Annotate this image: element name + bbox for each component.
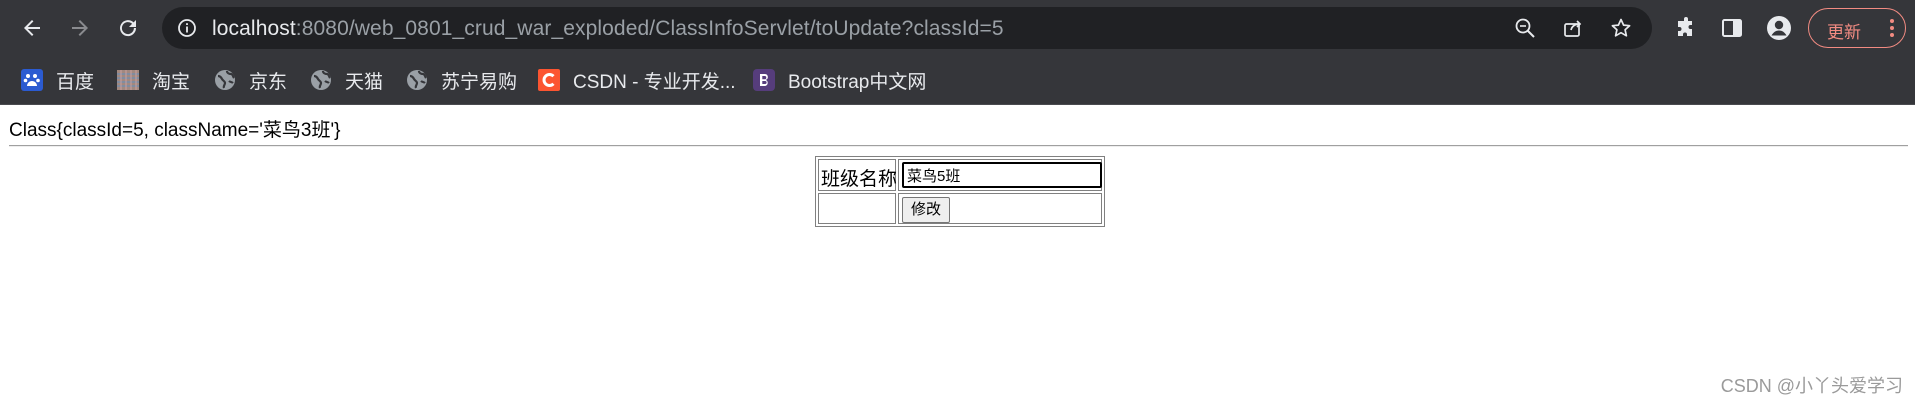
update-form-table: 班级名称 修改: [815, 156, 1105, 227]
bookmark-jingdong[interactable]: 京东: [213, 66, 287, 94]
address-bar[interactable]: localhost:8080/web_0801_crud_war_explode…: [162, 7, 1652, 49]
page-content: Class{classId=5, className='菜鸟3班'} 班级名称 …: [0, 105, 1915, 406]
bookmark-star-icon[interactable]: [1609, 16, 1633, 40]
class-name-label: 班级名称: [821, 169, 898, 190]
url-path: :8080/web_0801_crud_war_exploded/ClassIn…: [295, 17, 1004, 40]
globe-icon: [405, 68, 429, 92]
bookmark-label: Bootstrap中文网: [788, 71, 927, 93]
forward-button[interactable]: [62, 10, 98, 46]
name-input-cell: [898, 159, 1102, 191]
side-panel-icon[interactable]: [1718, 14, 1746, 42]
bookmark-label: 百度: [56, 71, 95, 93]
bookmark-label: 淘宝: [152, 71, 191, 93]
class-name-input[interactable]: [902, 162, 1102, 188]
share-icon[interactable]: [1561, 16, 1585, 40]
submit-cell: 修改: [898, 193, 1102, 224]
reload-button[interactable]: [110, 10, 146, 46]
site-info-icon[interactable]: [176, 17, 198, 39]
back-button[interactable]: [14, 10, 50, 46]
name-label-cell: 班级名称: [818, 159, 898, 191]
class-object-text: Class{classId=5, className='菜鸟3班'}: [9, 120, 341, 141]
url-text[interactable]: localhost:8080/web_0801_crud_war_explode…: [212, 17, 1004, 41]
bookmark-label: 苏宁易购: [441, 71, 518, 93]
extensions-icon[interactable]: [1672, 14, 1700, 42]
more-menu-icon: [1890, 19, 1894, 37]
arrow-left-icon: [24, 20, 40, 36]
bookmark-label: 天猫: [345, 71, 384, 93]
bookmark-csdn[interactable]: CSDN - 专业开发...: [537, 66, 736, 94]
horizontal-rule: [9, 145, 1908, 147]
bookmark-suning[interactable]: 苏宁易购: [405, 66, 517, 94]
csdn-icon: [537, 68, 561, 92]
baidu-icon: [20, 68, 44, 92]
url-host: localhost: [212, 17, 296, 40]
bookmark-label: CSDN - 专业开发...: [573, 71, 736, 93]
arrow-right-icon: [72, 20, 88, 36]
zoom-icon[interactable]: [1513, 16, 1537, 40]
browser-toolbar: localhost:8080/web_0801_crud_war_explode…: [0, 0, 1915, 57]
update-label: 更新: [1827, 23, 1861, 42]
bookmark-taobao[interactable]: 淘宝: [116, 66, 190, 94]
csdn-watermark: CSDN @小丫头爱学习: [1720, 376, 1903, 396]
bookmark-bootstrap[interactable]: Bootstrap中文网: [752, 66, 926, 94]
globe-icon: [309, 68, 333, 92]
bookmark-baidu[interactable]: 百度: [20, 66, 94, 94]
update-button[interactable]: 更新: [1808, 8, 1906, 48]
reload-icon: [120, 20, 137, 37]
taobao-icon: [116, 68, 140, 92]
modify-button[interactable]: 修改: [902, 197, 950, 223]
bootstrap-icon: [752, 68, 776, 92]
bookmark-label: 京东: [249, 71, 288, 93]
profile-avatar-icon[interactable]: [1765, 14, 1793, 42]
globe-icon: [213, 68, 237, 92]
bookmarks-bar: 百度 淘宝 京东 天猫 苏宁易购 CSDN - 专业开发... Bootstra…: [0, 57, 1915, 105]
empty-cell: [818, 193, 896, 224]
bookmark-tmall[interactable]: 天猫: [309, 66, 383, 94]
